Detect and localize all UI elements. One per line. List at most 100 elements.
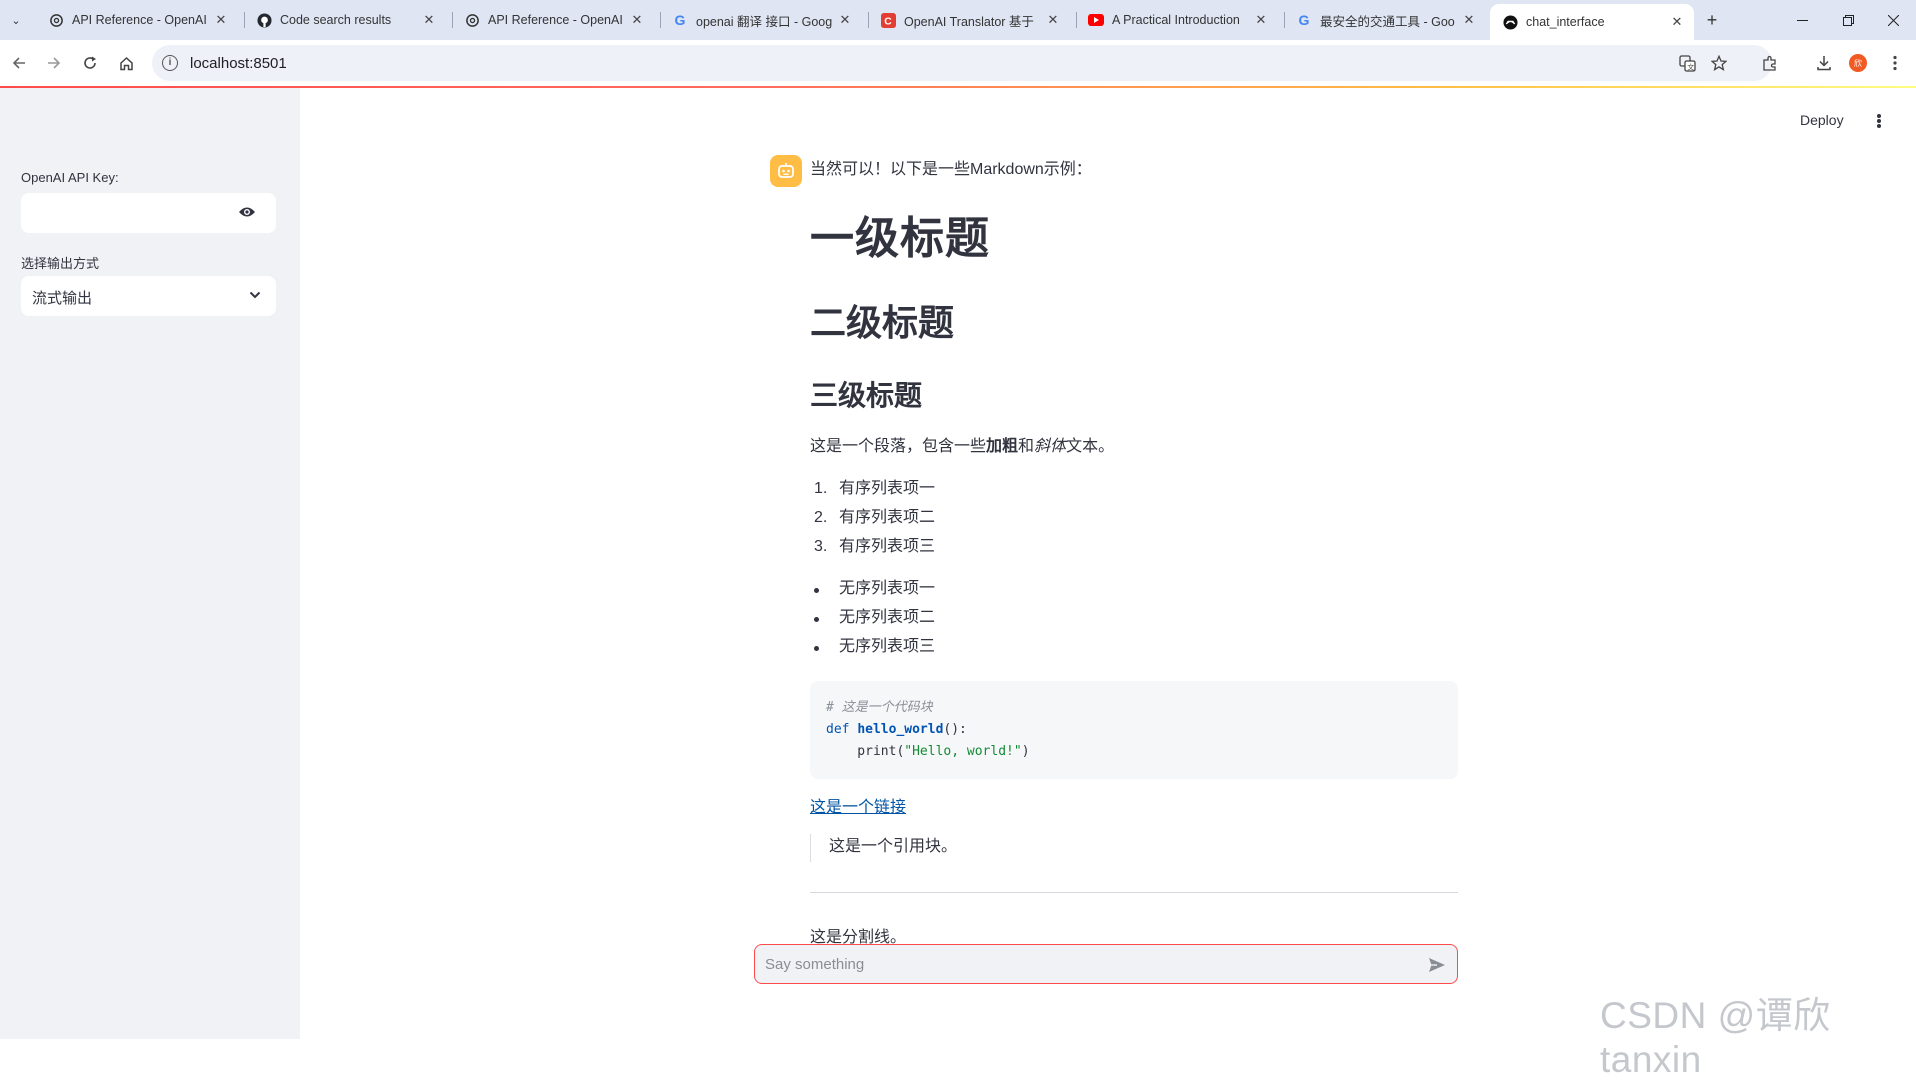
close-icon[interactable]: ✕ (836, 11, 854, 29)
list-item-text: 无序列表项一 (839, 579, 936, 597)
ordered-list: 1. 有序列表项一 2. 有序列表项二 3. 有序列表项三 (810, 476, 1458, 563)
output-mode-select[interactable]: 流式输出 (21, 276, 276, 316)
show-password-eye-icon[interactable] (238, 205, 256, 219)
tab-title: API Reference - OpenAI (72, 13, 207, 27)
browser-toolbar: i localhost:8501 文 欣 (0, 40, 1916, 86)
browser-tab[interactable]: API Reference - OpenAI ✕ (452, 4, 654, 36)
list-item-text: 有序列表项一 (839, 479, 936, 497)
heading-2: 二级标题 (810, 302, 955, 344)
main-menu-icon[interactable] (1874, 111, 1884, 131)
bot-avatar-icon (770, 155, 802, 187)
message-intro: 当然可以！以下是一些Markdown示例： (810, 161, 1092, 178)
output-mode-label: 选择输出方式 (21, 256, 100, 271)
restore-icon[interactable] (1825, 0, 1871, 40)
code-function-name: hello_world (857, 721, 944, 737)
extensions-puzzle-icon[interactable] (1758, 51, 1782, 75)
forward-arrow-icon[interactable] (42, 51, 66, 75)
code-string: "Hello, world!" (904, 743, 1022, 759)
browser-tab-active[interactable]: chat_interface ✕ (1490, 4, 1694, 40)
google-icon: G (674, 12, 686, 28)
list-item-text: 有序列表项三 (839, 537, 936, 555)
list-item: 无序列表项三 (810, 634, 1458, 663)
send-icon[interactable] (1427, 955, 1447, 975)
close-icon[interactable]: ✕ (1252, 11, 1270, 29)
paragraph: 这是一个段落，包含一些加粗和斜体文本。 (810, 434, 1458, 460)
tab-title: API Reference - OpenAI (488, 13, 623, 27)
close-icon[interactable]: ✕ (1460, 11, 1478, 29)
reload-icon[interactable] (78, 51, 102, 75)
browser-tab[interactable]: G openai 翻译 接口 - Goog ✕ (660, 4, 862, 36)
paragraph-text: 这是一个段落，包含一些 (810, 438, 987, 456)
chat-input-container (754, 944, 1458, 984)
code-call: print( (826, 743, 905, 759)
italic-text: 斜体 (1034, 438, 1067, 456)
tab-search-chevron-icon[interactable]: ⌄ (4, 8, 28, 32)
minimize-icon[interactable] (1779, 0, 1825, 40)
streamlit-icon (1502, 14, 1518, 30)
api-key-field[interactable] (21, 193, 276, 233)
tab-title: openai 翻译 接口 - Goog (696, 14, 833, 29)
download-icon[interactable] (1812, 51, 1836, 75)
tab-title: Code search results (280, 13, 392, 27)
svg-text:C: C (884, 16, 892, 27)
home-icon[interactable] (114, 51, 138, 75)
github-icon (256, 12, 272, 28)
close-icon[interactable]: ✕ (420, 11, 438, 29)
close-window-icon[interactable] (1870, 0, 1916, 40)
browser-tab[interactable]: API Reference - OpenAI ✕ (36, 4, 238, 36)
close-icon[interactable]: ✕ (1044, 11, 1062, 29)
code-keyword: def (826, 721, 850, 737)
list-item-text: 有序列表项二 (839, 508, 936, 526)
url-text: localhost:8501 (190, 55, 287, 72)
browser-tab[interactable]: Code search results ✕ (244, 4, 446, 36)
blockquote: 这是一个引用块。 (810, 834, 1458, 863)
sidebar: OpenAI API Key: 选择输出方式 流式输出 (0, 88, 300, 1039)
back-arrow-icon[interactable] (7, 51, 31, 75)
tab-title: A Practical Introduction (1112, 13, 1240, 27)
unordered-list: 无序列表项一 无序列表项二 无序列表项三 (810, 576, 1458, 663)
api-key-label: OpenAI API Key: (21, 170, 119, 185)
address-bar[interactable]: i localhost:8501 文 (152, 45, 1772, 81)
code-punctuation: ) (1021, 743, 1030, 759)
watermark: CSDN @谭欣tanxin (1600, 995, 1831, 1080)
bookmark-star-icon[interactable] (1709, 53, 1729, 73)
list-item: 无序列表项一 (810, 576, 1458, 605)
tab-title: 最安全的交通工具 - Goo (1320, 14, 1455, 29)
close-icon[interactable]: ✕ (628, 11, 646, 29)
openai-icon (464, 12, 480, 28)
blockquote-text: 这是一个引用块。 (829, 838, 958, 856)
tab-title: OpenAI Translator 基于 (904, 14, 1034, 29)
list-item: 无序列表项二 (810, 605, 1458, 634)
close-icon[interactable]: ✕ (1668, 13, 1686, 31)
code-block[interactable]: # 这是一个代码块 def hello_world(): print("Hell… (810, 680, 1458, 779)
chat-input[interactable] (765, 945, 1405, 983)
deploy-button[interactable]: Deploy (1800, 112, 1844, 128)
site-info-icon[interactable]: i (162, 55, 178, 71)
svg-text:文: 文 (1687, 62, 1694, 71)
paragraph-text: 和 (1018, 438, 1035, 456)
list-item: 3. 有序列表项三 (814, 537, 936, 555)
tab-title: chat_interface (1526, 15, 1605, 29)
list-item: 2. 有序列表项二 (814, 508, 936, 526)
list-item-text: 无序列表项三 (839, 637, 936, 655)
chevron-down-icon (249, 291, 261, 299)
browser-tab[interactable]: C OpenAI Translator 基于 ✕ (868, 4, 1070, 36)
close-icon[interactable]: ✕ (212, 11, 230, 29)
markdown-link[interactable]: 这是一个链接 (810, 799, 906, 816)
code-punctuation: (): (943, 721, 967, 737)
browser-tab[interactable]: A Practical Introduction ✕ (1076, 4, 1278, 36)
assistant-message: 当然可以！以下是一些Markdown示例： 一级标题 二级标题 三级标题 这是一… (810, 155, 1458, 951)
heading-3: 三级标题 (810, 379, 923, 411)
code-comment: # 这是一个代码块 (826, 699, 933, 715)
new-tab-plus-icon[interactable]: + (1700, 8, 1724, 32)
heading-1: 一级标题 (810, 213, 990, 263)
translate-icon[interactable]: 文 (1677, 53, 1697, 73)
browser-tab[interactable]: G 最安全的交通工具 - Goo ✕ (1284, 4, 1486, 36)
list-item-text: 无序列表项二 (839, 608, 936, 626)
profile-avatar[interactable]: 欣 (1849, 54, 1867, 72)
openai-icon (48, 12, 64, 28)
output-mode-selected: 流式输出 (32, 290, 93, 307)
browser-menu-icon[interactable] (1883, 51, 1907, 75)
csdn-icon: C (880, 12, 896, 28)
list-item: 1. 有序列表项一 (814, 479, 936, 497)
